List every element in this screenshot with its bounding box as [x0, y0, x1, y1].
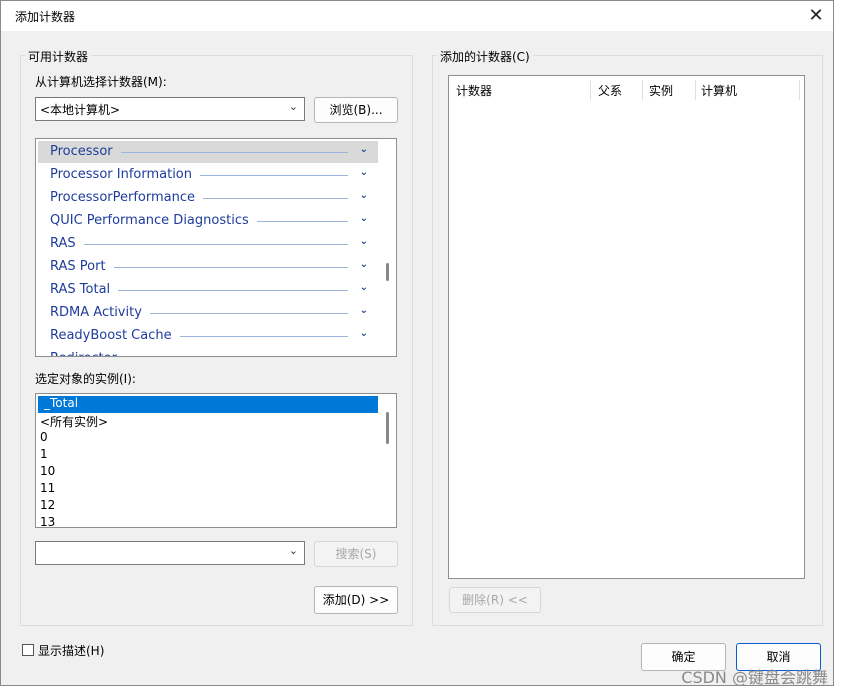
available-counters-label: 可用计数器	[25, 48, 92, 65]
counter-separator-line	[84, 244, 348, 245]
browse-button[interactable]: 浏览(B)...	[314, 97, 398, 123]
column-divider	[695, 80, 696, 100]
instances-label: 选定对象的实例(I):	[35, 372, 136, 386]
instance-item[interactable]: 12	[40, 498, 55, 512]
column-instance[interactable]: 实例	[649, 82, 673, 99]
instance-selected-bg	[38, 396, 378, 413]
close-icon[interactable]: ✕	[803, 3, 829, 29]
chevron-down-icon[interactable]: ⌄	[360, 259, 368, 270]
chevron-down-icon[interactable]: ⌄	[360, 305, 368, 316]
column-divider	[642, 80, 643, 100]
counter-item[interactable]: QUIC Performance Diagnostics ⌄	[38, 210, 378, 232]
instance-item[interactable]: 0	[40, 430, 48, 444]
counter-list[interactable]: Processor ⌄ Processor Information ⌄ Processo…	[35, 138, 397, 357]
counter-name: ReadyBoost Cache	[50, 328, 172, 343]
column-divider	[799, 80, 800, 100]
instance-item[interactable]: 13	[40, 515, 55, 527]
counter-name: Processor Information	[50, 167, 192, 182]
counter-name: Redirector	[50, 351, 121, 356]
column-parent[interactable]: 父系	[598, 82, 622, 99]
add-button[interactable]: 添加(D) >>	[314, 586, 398, 614]
counter-name: RAS	[50, 236, 76, 251]
chevron-down-icon[interactable]: ⌄	[360, 282, 368, 293]
counter-item[interactable]: Processor ⌄	[38, 141, 378, 163]
counter-separator-line	[257, 221, 348, 222]
instance-list[interactable]: _Total <所有实例> 0 1 10 11 12 13	[35, 393, 397, 528]
chevron-down-icon[interactable]: ⌄	[360, 167, 368, 178]
chevron-down-icon[interactable]: ⌄	[360, 190, 368, 201]
add-counters-dialog: 添加计数器 ✕ 可用计数器 从计算机选择计数器(M): <本地计算机> ⌄ 浏览…	[0, 0, 834, 686]
dialog-title: 添加计数器	[15, 10, 76, 24]
remove-button[interactable]: 删除(R) <<	[449, 587, 541, 613]
column-divider	[590, 80, 591, 100]
computer-select[interactable]: <本地计算机> ⌄	[35, 97, 305, 121]
counter-separator-line	[203, 198, 348, 199]
added-table-header: 计数器 父系 实例 计算机	[449, 76, 804, 102]
chevron-down-icon[interactable]: ⌄	[360, 351, 368, 356]
counter-name: RAS Port	[50, 259, 106, 274]
added-counters-label: 添加的计数器(C)	[437, 48, 533, 65]
counter-separator-line	[180, 336, 348, 337]
counter-item[interactable]: RAS ⌄	[38, 233, 378, 255]
counter-name: RAS Total	[50, 282, 111, 297]
show-description-checkbox[interactable]	[22, 644, 34, 656]
counter-item[interactable]: Redirector ⌄	[38, 348, 378, 356]
counter-separator-line	[200, 175, 348, 176]
chevron-down-icon[interactable]: ⌄	[360, 213, 368, 224]
instance-item[interactable]: 11	[40, 481, 55, 495]
counter-separator-line	[118, 290, 348, 291]
counter-separator-line	[150, 313, 348, 314]
instance-list-scrollbar[interactable]	[386, 412, 389, 444]
title-bar: 添加计数器 ✕	[1, 1, 833, 31]
counter-item[interactable]: ProcessorPerformance ⌄	[38, 187, 378, 209]
instance-item[interactable]: 1	[40, 447, 48, 461]
instance-item[interactable]: _Total	[44, 396, 78, 410]
counter-separator-line	[114, 267, 348, 268]
column-counter[interactable]: 计数器	[456, 82, 492, 99]
counter-item[interactable]: RAS Total ⌄	[38, 279, 378, 301]
from-computer-label: 从计算机选择计数器(M):	[35, 75, 167, 89]
counter-item[interactable]: RDMA Activity ⌄	[38, 302, 378, 324]
chevron-down-icon[interactable]: ⌄	[360, 236, 368, 247]
counter-item[interactable]: RAS Port ⌄	[38, 256, 378, 278]
show-description-label: 显示描述(H)	[38, 644, 105, 658]
column-computer[interactable]: 计算机	[701, 82, 737, 99]
counter-name: QUIC Performance Diagnostics	[50, 213, 249, 228]
instance-item[interactable]: <所有实例>	[40, 413, 108, 430]
counter-list-scrollbar[interactable]	[386, 263, 389, 281]
search-combo[interactable]: ⌄	[35, 541, 305, 565]
counter-name: ProcessorPerformance	[50, 190, 195, 205]
watermark-text: CSDN @键盘会跳舞	[681, 668, 828, 687]
chevron-down-icon: ⌄	[288, 544, 298, 557]
search-button[interactable]: 搜索(S)	[314, 541, 398, 567]
counter-separator-line	[121, 152, 348, 153]
chevron-down-icon: ⌄	[288, 100, 298, 113]
counter-item[interactable]: ReadyBoost Cache ⌄	[38, 325, 378, 347]
counter-name: Processor	[50, 144, 113, 159]
chevron-down-icon[interactable]: ⌄	[360, 328, 368, 339]
counter-name: RDMA Activity	[50, 305, 142, 320]
instance-item[interactable]: 10	[40, 464, 55, 478]
chevron-down-icon[interactable]: ⌄	[360, 144, 368, 155]
added-counters-table[interactable]: 计数器 父系 实例 计算机	[448, 75, 805, 579]
computer-select-value: <本地计算机>	[40, 103, 121, 117]
counter-item[interactable]: Processor Information ⌄	[38, 164, 378, 186]
